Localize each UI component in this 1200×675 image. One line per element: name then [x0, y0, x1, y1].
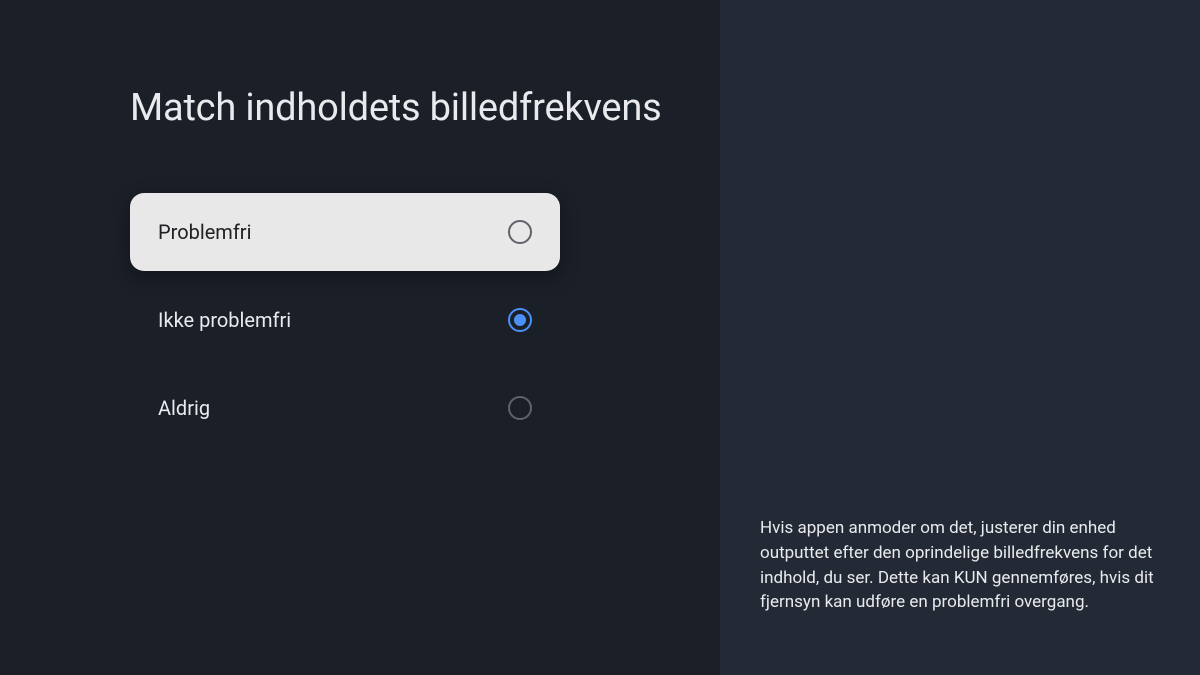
settings-panel: Match indholdets billedfrekvens Problemf…: [0, 0, 720, 675]
option-seamless[interactable]: Problemfri: [130, 193, 560, 271]
options-list: Problemfri Ikke problemfri Aldrig: [130, 193, 560, 447]
option-description: Hvis appen anmoder om det, justerer din …: [760, 516, 1155, 615]
option-never[interactable]: Aldrig: [130, 369, 560, 447]
radio-icon: [508, 308, 532, 332]
info-panel: Hvis appen anmoder om det, justerer din …: [720, 0, 1200, 675]
option-label: Ikke problemfri: [158, 308, 291, 332]
radio-icon: [508, 220, 532, 244]
radio-icon: [508, 396, 532, 420]
option-label: Problemfri: [158, 220, 251, 244]
page-title: Match indholdets billedfrekvens: [130, 85, 720, 133]
option-label: Aldrig: [158, 396, 210, 420]
option-non-seamless[interactable]: Ikke problemfri: [130, 281, 560, 359]
